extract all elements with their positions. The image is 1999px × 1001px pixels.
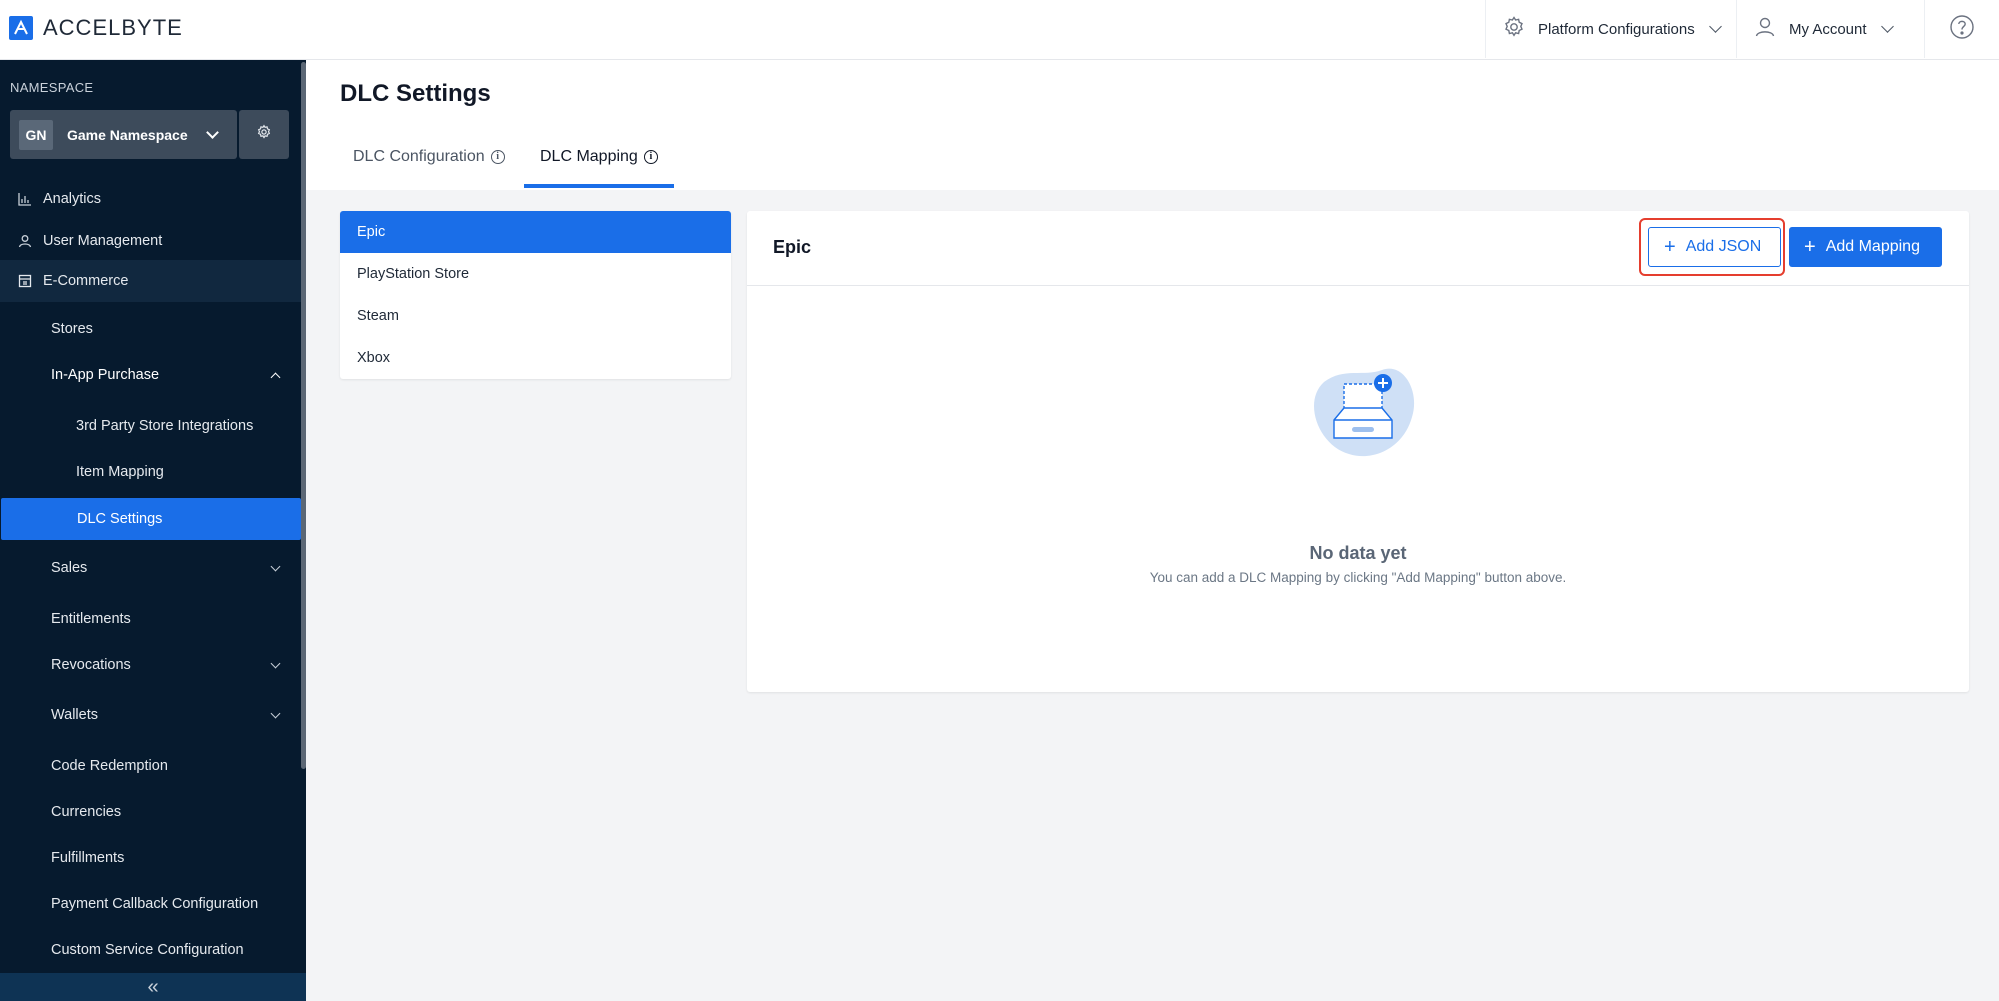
sidebar-item-entitlements[interactable]: Entitlements: [0, 598, 301, 640]
accelbyte-logo-icon: [9, 16, 33, 40]
sidebar-item-label: Item Mapping: [76, 464, 164, 480]
sidebar-item-ecommerce[interactable]: E-Commerce: [0, 260, 301, 302]
sidebar-item-payment-callback-configuration[interactable]: Payment Callback Configuration: [0, 883, 301, 925]
platform-item-steam[interactable]: Steam: [340, 295, 731, 337]
main-content: DLC Settings DLC Configuration i DLC Map…: [306, 60, 1999, 1001]
sidebar-item-label: Currencies: [51, 804, 122, 820]
active-tab-indicator: [524, 184, 674, 188]
sidebar-item-currencies[interactable]: Currencies: [0, 791, 301, 833]
chevron-down-icon: [206, 125, 219, 139]
plus-icon: +: [1804, 236, 1816, 258]
sidebar-item-label: User Management: [43, 233, 163, 249]
tab-dlc-configuration[interactable]: DLC Configuration i: [353, 148, 505, 166]
chevron-up-icon: [270, 372, 281, 382]
sidebar-item-label: Fulfillments: [51, 850, 125, 866]
sidebar-item-fulfillments[interactable]: Fulfillments: [0, 837, 301, 879]
info-icon[interactable]: i: [643, 150, 658, 164]
tab-dlc-mapping[interactable]: DLC Mapping i: [540, 148, 658, 166]
sidebar-item-code-redemption[interactable]: Code Redemption: [0, 745, 301, 787]
help-icon: [1949, 14, 1975, 44]
namespace-name: Game Namespace: [67, 126, 188, 143]
sidebar-item-stores[interactable]: Stores: [0, 308, 301, 350]
sidebar-item-sales[interactable]: Sales: [0, 547, 301, 589]
sidebar-item-revocations[interactable]: Revocations: [0, 644, 301, 686]
sidebar-collapse-button[interactable]: «: [0, 973, 306, 1001]
sidebar-item-label: Stores: [51, 321, 93, 337]
sidebar-item-analytics[interactable]: Analytics: [0, 182, 301, 216]
gear-icon: [1502, 15, 1526, 43]
platform-configurations-label: Platform Configurations: [1538, 20, 1695, 38]
platform-item-epic[interactable]: Epic: [340, 211, 731, 253]
platform-list: Epic PlayStation Store Steam Xbox: [340, 211, 731, 379]
sidebar-item-3rd-party-store-integrations[interactable]: 3rd Party Store Integrations: [0, 405, 301, 447]
user-icon: [17, 233, 33, 249]
sidebar-item-label: Analytics: [43, 191, 102, 207]
panel-title: Epic: [773, 237, 812, 257]
page-header: DLC Settings DLC Configuration i DLC Map…: [306, 60, 1999, 190]
empty-inbox-icon: [1304, 362, 1420, 467]
sidebar-item-label: DLC Settings: [77, 511, 163, 527]
add-json-label: Add JSON: [1685, 238, 1762, 255]
sidebar-item-label: 3rd Party Store Integrations: [76, 418, 254, 434]
empty-state-title: No data yet: [1309, 543, 1407, 563]
panel-header: Epic + Add JSON + Add Mapping: [747, 211, 1969, 286]
gear-icon: [256, 124, 272, 145]
user-icon: [1753, 15, 1777, 43]
chevron-down-icon: [1708, 20, 1722, 33]
my-account-menu[interactable]: My Account: [1736, 0, 1924, 58]
sidebar-item-label: Wallets: [51, 707, 98, 723]
sidebar-item-label: Entitlements: [51, 611, 131, 627]
chevron-down-icon: [1880, 20, 1894, 33]
sidebar: NAMESPACE GN Game Namespace Analytics Us…: [0, 60, 306, 1001]
platform-configurations-menu[interactable]: Platform Configurations: [1485, 0, 1736, 58]
sidebar-item-item-mapping[interactable]: Item Mapping: [0, 451, 301, 493]
page-title: DLC Settings: [340, 80, 491, 107]
store-icon: [17, 273, 33, 289]
mapping-panel: Epic + Add JSON + Add Mapping No data ye…: [747, 211, 1969, 692]
double-chevron-left-icon: «: [147, 975, 159, 998]
chevron-down-icon: [270, 561, 281, 571]
tab-label: DLC Mapping: [540, 148, 638, 165]
sidebar-item-label: In-App Purchase: [51, 367, 160, 383]
chart-icon: [17, 191, 33, 207]
namespace-settings-button[interactable]: [239, 110, 289, 159]
sidebar-item-dlc-settings[interactable]: DLC Settings: [1, 498, 301, 540]
platform-item-playstation-store[interactable]: PlayStation Store: [340, 253, 731, 295]
chevron-down-icon: [270, 708, 281, 718]
sidebar-item-label: Payment Callback Configuration: [51, 896, 259, 912]
help-button[interactable]: [1924, 0, 1999, 58]
brand-name: ACCELBYTE: [43, 15, 183, 40]
platform-item-xbox[interactable]: Xbox: [340, 337, 731, 379]
sidebar-item-label: Sales: [51, 560, 88, 576]
add-mapping-button[interactable]: + Add Mapping: [1789, 227, 1942, 267]
sidebar-item-user-management[interactable]: User Management: [0, 224, 301, 258]
add-json-button[interactable]: + Add JSON: [1648, 227, 1781, 267]
tab-label: DLC Configuration: [353, 148, 485, 165]
sidebar-item-label: Custom Service Configuration: [51, 942, 244, 958]
sidebar-item-wallets[interactable]: Wallets: [0, 694, 301, 736]
sidebar-item-custom-service-configuration[interactable]: Custom Service Configuration: [0, 929, 301, 971]
chevron-down-icon: [270, 658, 281, 668]
namespace-label: NAMESPACE: [10, 80, 94, 95]
brand-logo[interactable]: ACCELBYTE: [9, 15, 183, 41]
info-icon[interactable]: i: [490, 150, 505, 164]
plus-icon: +: [1664, 236, 1676, 258]
top-bar: ACCELBYTE Platform Configurations My Acc…: [0, 0, 1999, 60]
empty-state-subtitle: You can add a DLC Mapping by clicking "A…: [1149, 570, 1567, 585]
sidebar-item-in-app-purchase[interactable]: In-App Purchase: [0, 354, 301, 396]
sidebar-item-label: E-Commerce: [43, 273, 129, 289]
namespace-badge: GN: [19, 119, 53, 150]
namespace-select[interactable]: GN Game Namespace: [10, 110, 237, 159]
sidebar-item-label: Code Redemption: [51, 758, 168, 774]
my-account-label: My Account: [1789, 20, 1867, 38]
sidebar-item-label: Revocations: [51, 657, 131, 673]
add-mapping-label: Add Mapping: [1825, 238, 1920, 255]
